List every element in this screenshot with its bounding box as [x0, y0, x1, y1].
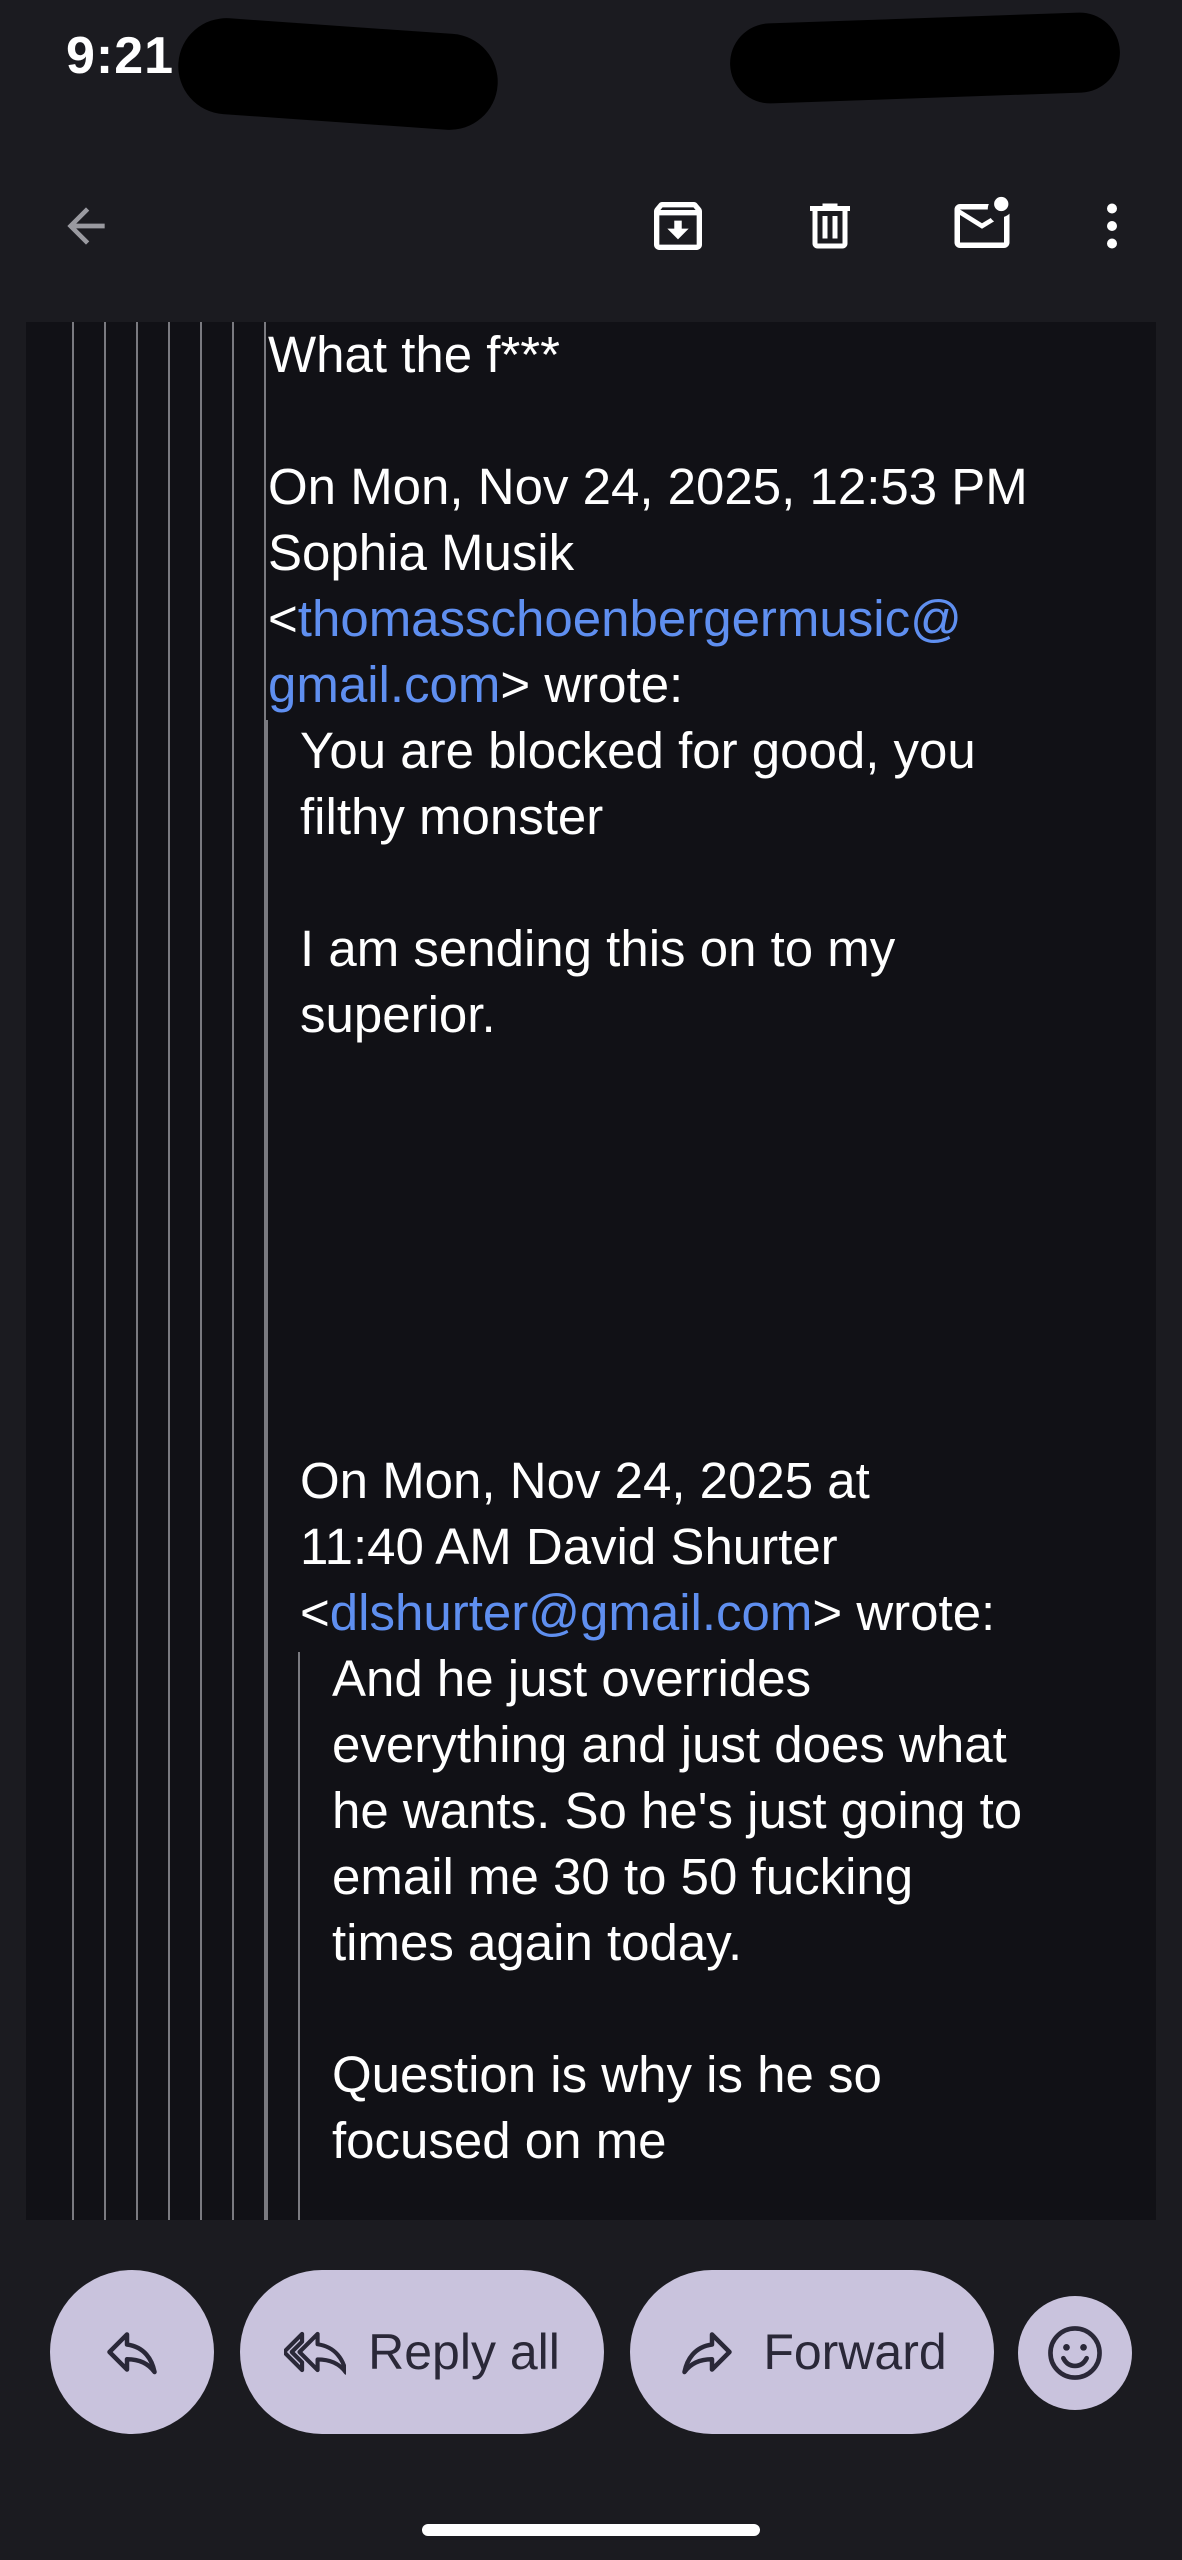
sender-email-link[interactable]: dlshurter@gmail.com — [330, 1584, 813, 1641]
more-vertical-icon[interactable] — [1074, 188, 1150, 264]
quote-line — [200, 322, 202, 2220]
quote-body-line: email me 30 to 50 fucking — [332, 1848, 914, 1905]
home-indicator[interactable] — [422, 2524, 760, 2536]
sender-email-link[interactable]: gmail.com — [268, 656, 500, 713]
quote-body-line: And he just overrides — [332, 1650, 812, 1707]
arrow-back-icon[interactable] — [48, 188, 124, 264]
quote-header-email-line: gmail.com> wrote: — [268, 652, 683, 718]
reply-all-label: Reply all — [368, 2324, 560, 2380]
sender-email-link[interactable]: thomasschoenbergermusic@ — [298, 590, 962, 647]
quote-body-line: focused on me — [332, 2112, 667, 2169]
quote-body-line: everything and just does what — [332, 1716, 1007, 1773]
redaction-mark — [175, 14, 501, 134]
quote-line — [104, 322, 106, 2220]
quote-body-line: times again today. — [332, 1914, 743, 1971]
lt-symbol: < — [300, 1584, 330, 1641]
quote-line — [72, 322, 74, 2220]
trash-icon[interactable] — [792, 188, 868, 264]
quote-line — [298, 1652, 300, 2220]
quote-body-line: superior. — [300, 986, 496, 1043]
mark-unread-icon[interactable] — [944, 188, 1020, 264]
reply-all-button[interactable]: Reply all — [240, 2270, 604, 2434]
emoji-reaction-button[interactable] — [1018, 2296, 1132, 2410]
reply-icon — [102, 2322, 162, 2382]
quote-body-line: he wants. So he's just going to — [332, 1782, 1023, 1839]
email-body[interactable]: What the f*** On Mon, Nov 24, 2025, 12:5… — [26, 322, 1156, 2220]
status-bar: 9:21 — [0, 0, 1182, 134]
forward-label: Forward — [763, 2324, 947, 2380]
forward-button[interactable]: Forward — [630, 2270, 994, 2434]
quote-body-line: Question is why is he so — [332, 2046, 882, 2103]
quote-body-line: I am sending this on to my — [300, 920, 896, 977]
wrote-text: > wrote: — [500, 656, 684, 713]
quote-body-line: filthy monster — [300, 788, 604, 845]
wrote-text: > wrote: — [812, 1584, 996, 1641]
quote-header-line: On Mon, Nov 24, 2025 at — [300, 1452, 870, 1509]
message-line: What the f*** — [268, 326, 560, 383]
quote-line — [232, 322, 234, 2220]
reply-button[interactable] — [50, 2270, 214, 2434]
quote-body-line: You are blocked for good, you — [300, 722, 976, 779]
quote-header-email-line: <thomasschoenbergermusic@ — [268, 586, 962, 652]
quote-line — [266, 720, 268, 2220]
emoji-smile-icon — [1044, 2322, 1106, 2384]
quote-header-line: On Mon, Nov 24, 2025, 12:53 PM — [268, 458, 1028, 515]
forward-icon — [677, 2322, 737, 2382]
quote-header-line: 11:40 AM David Shurter — [300, 1518, 838, 1575]
action-bar: Reply all Forward — [0, 2220, 1182, 2560]
lt-symbol: < — [268, 590, 298, 647]
email-toolbar — [0, 130, 1182, 320]
reply-all-icon — [284, 2321, 347, 2383]
quote-header-email-line: <dlshurter@gmail.com> wrote: — [300, 1580, 995, 1646]
redaction-mark — [728, 11, 1122, 105]
status-time: 9:21 — [66, 27, 175, 85]
archive-icon[interactable] — [640, 188, 716, 264]
quote-header-line: Sophia Musik — [268, 524, 575, 581]
quote-line — [136, 322, 138, 2220]
quote-line — [168, 322, 170, 2220]
